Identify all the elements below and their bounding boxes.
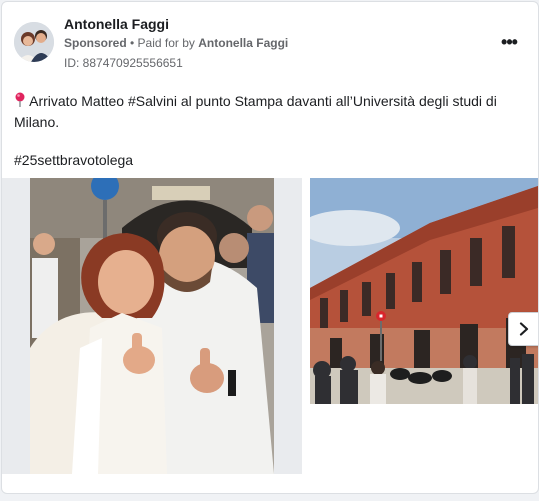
photo-selfie (2, 172, 274, 474)
post-text: Arrivato Matteo #Salvini al punto Stampa… (14, 93, 497, 130)
avatar[interactable] (14, 22, 54, 62)
more-options-icon: ••• (501, 31, 518, 52)
post-text-block: Arrivato Matteo #Salvini al punto Stampa… (14, 91, 524, 133)
pushpin-icon (15, 92, 25, 107)
author-name[interactable]: Antonella Faggi (64, 16, 169, 32)
post-hashtag[interactable]: #25settbravotolega (14, 152, 133, 168)
carousel-image-1[interactable] (2, 172, 302, 474)
ad-post-card: Antonella Faggi Sponsored • Paid for by … (1, 1, 539, 494)
paid-for-name[interactable]: Antonella Faggi (198, 36, 288, 50)
sponsored-label: Sponsored (64, 36, 127, 50)
image-carousel[interactable] (2, 172, 538, 474)
ad-id: ID: 887470925556651 (64, 56, 183, 70)
meta-separator: • (126, 36, 138, 50)
carousel-next-button[interactable] (508, 312, 538, 346)
more-options-button[interactable]: ••• (498, 31, 520, 52)
photo-university (310, 178, 538, 404)
carousel-image-2[interactable] (310, 178, 538, 404)
chevron-right-icon (519, 322, 529, 336)
sponsor-line: Sponsored • Paid for by Antonella Faggi (64, 36, 288, 50)
avatar-image (14, 22, 54, 62)
paid-for-prefix: Paid for by (137, 36, 199, 50)
